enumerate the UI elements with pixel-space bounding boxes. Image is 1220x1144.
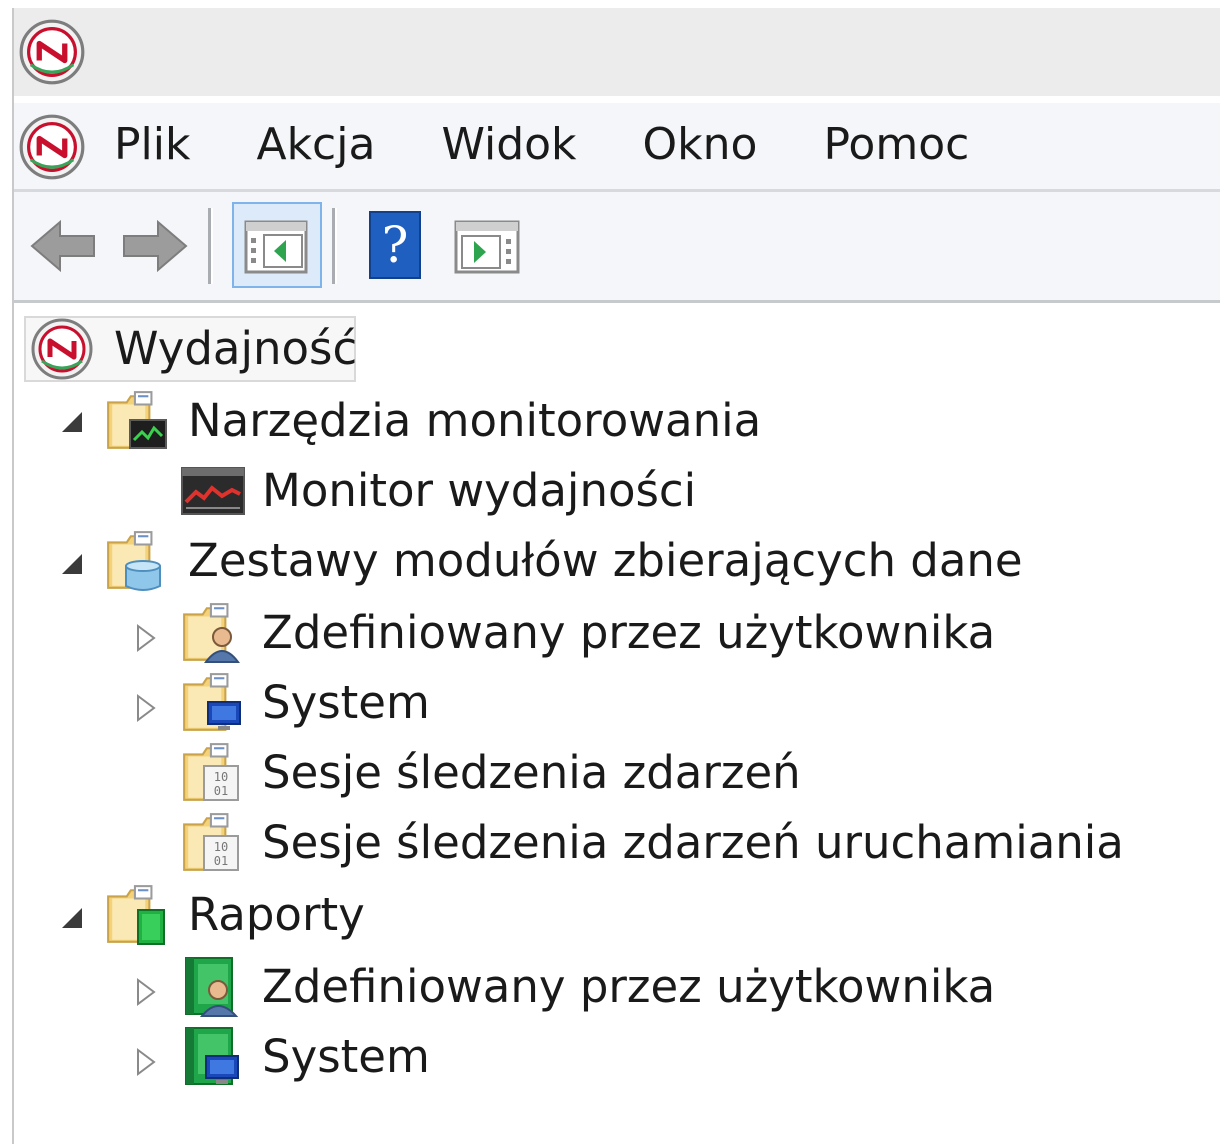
title-bar xyxy=(14,8,1220,96)
performance-gauge-icon xyxy=(30,317,94,381)
mmc-window: Plik Akcja Widok Okno Pomoc ? Wydajność … xyxy=(12,8,1220,1144)
svg-text:01: 01 xyxy=(214,854,228,868)
show-hide-console-tree-button[interactable] xyxy=(232,202,322,288)
system-folder-icon xyxy=(180,670,246,736)
user-report-icon xyxy=(185,957,239,1017)
svg-text:01: 01 xyxy=(214,784,228,798)
svg-text:?: ? xyxy=(382,216,409,274)
tree-node-reports-user-defined[interactable]: Zdefiniowany przez użytkownika xyxy=(180,954,995,1020)
tree-node-event-trace-sessions[interactable]: 10 01 Sesje śledzenia zdarzeń xyxy=(180,740,801,806)
tree-node-dcs-system[interactable]: System xyxy=(180,670,430,736)
tree-node-wydajnosc[interactable]: Wydajność xyxy=(30,316,357,382)
show-hide-action-pane-icon xyxy=(454,220,520,274)
tree-node-startup-event-trace-sessions[interactable]: 10 01 Sesje śledzenia zdarzeń uruchamian… xyxy=(180,810,1124,876)
expand-arrow-icon[interactable] xyxy=(130,622,160,652)
menu-widok[interactable]: Widok xyxy=(439,115,578,175)
menu-plik[interactable]: Plik xyxy=(112,115,192,175)
collapse-arrow-icon[interactable] xyxy=(56,902,86,932)
performance-gauge-icon xyxy=(18,18,86,86)
tree-node-reports-system[interactable]: System xyxy=(180,1024,430,1090)
system-menu-icon[interactable] xyxy=(18,113,86,181)
menu-okno[interactable]: Okno xyxy=(641,115,760,175)
toolbar-separator xyxy=(208,208,213,284)
forward-button[interactable] xyxy=(114,206,194,286)
toolbar: ? xyxy=(14,192,1220,303)
tree-node-data-collector-sets[interactable]: Zestawy modułów zbierających dane xyxy=(104,528,1023,594)
forward-arrow-icon xyxy=(123,219,188,273)
reports-folder-icon xyxy=(104,882,170,948)
back-arrow-icon xyxy=(30,219,95,273)
menu-pomoc[interactable]: Pomoc xyxy=(821,115,971,175)
help-button[interactable]: ? xyxy=(358,206,438,286)
binary-folder-icon: 10 01 xyxy=(180,740,246,806)
svg-text:10: 10 xyxy=(214,770,228,784)
show-hide-console-tree-icon xyxy=(244,220,308,274)
show-hide-action-pane-button[interactable] xyxy=(448,206,528,286)
tree-node-dcs-user-defined[interactable]: Zdefiniowany przez użytkownika xyxy=(180,600,995,666)
tree-node-reports[interactable]: Raporty xyxy=(104,882,365,948)
svg-text:10: 10 xyxy=(214,840,228,854)
performance-monitor-icon xyxy=(181,467,245,515)
tree-node-performance-monitor[interactable]: Monitor wydajności xyxy=(180,458,696,524)
system-report-icon xyxy=(185,1027,239,1085)
collapse-arrow-icon[interactable] xyxy=(56,406,86,436)
toolbar-separator xyxy=(332,208,337,284)
expand-arrow-icon[interactable] xyxy=(130,692,160,722)
help-icon: ? xyxy=(369,211,421,279)
expand-arrow-icon[interactable] xyxy=(130,976,160,1006)
back-button[interactable] xyxy=(24,206,104,286)
data-collector-folder-icon xyxy=(104,528,170,594)
collapse-arrow-icon[interactable] xyxy=(56,548,86,578)
monitoring-folder-icon xyxy=(104,388,170,454)
tree-node-monitoring-tools[interactable]: Narzędzia monitorowania xyxy=(104,388,761,454)
menu-bar: Plik Akcja Widok Okno Pomoc xyxy=(14,103,1220,192)
user-folder-icon xyxy=(180,600,246,666)
binary-folder-icon: 10 01 xyxy=(180,810,246,876)
menu-akcja[interactable]: Akcja xyxy=(254,115,377,175)
expand-arrow-icon[interactable] xyxy=(130,1046,160,1076)
